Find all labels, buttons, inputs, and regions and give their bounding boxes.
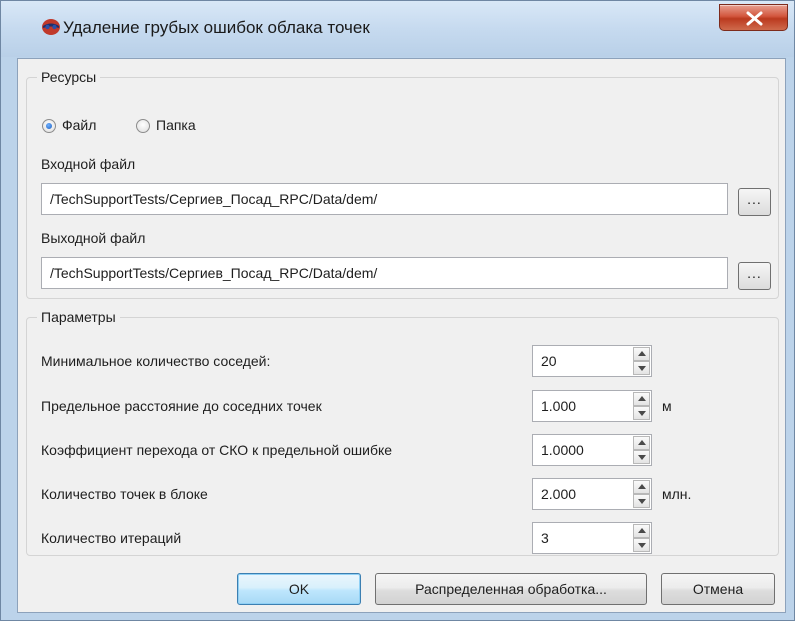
spin-up-icon[interactable] bbox=[633, 392, 650, 406]
radio-file-label[interactable]: Файл bbox=[62, 117, 96, 133]
spin-down-icon[interactable] bbox=[633, 538, 650, 552]
min-neighbors-value[interactable]: 20 bbox=[541, 346, 557, 376]
input-file-label: Входной файл bbox=[41, 156, 136, 172]
param-label-max-distance: Предельное расстояние до соседних точек bbox=[41, 398, 322, 414]
spin-down-icon[interactable] bbox=[633, 406, 650, 420]
radio-folder[interactable] bbox=[136, 119, 150, 133]
spin-arrows bbox=[633, 392, 650, 420]
input-file-browse-button[interactable]: ... bbox=[738, 188, 771, 216]
radio-file[interactable] bbox=[42, 119, 56, 133]
max-distance-value[interactable]: 1.000 bbox=[541, 391, 576, 421]
close-icon bbox=[746, 11, 763, 26]
iterations-value[interactable]: 3 bbox=[541, 523, 549, 553]
distributed-processing-button[interactable]: Распределенная обработка... bbox=[375, 573, 647, 605]
spin-up-icon[interactable] bbox=[633, 347, 650, 361]
ok-button[interactable]: OK bbox=[237, 573, 361, 605]
parameters-group-title: Параметры bbox=[37, 309, 120, 325]
radio-folder-label[interactable]: Папка bbox=[156, 117, 196, 133]
spin-arrows bbox=[633, 480, 650, 508]
rmse-coefficient-spinbox[interactable]: 1.0000 bbox=[532, 434, 652, 466]
param-unit-max-distance: м bbox=[662, 398, 672, 414]
points-per-block-value[interactable]: 2.000 bbox=[541, 479, 576, 509]
parameters-group: Параметры Минимальное количество соседей… bbox=[26, 309, 779, 556]
spin-up-icon[interactable] bbox=[633, 436, 650, 450]
dialog-client-area: Ресурсы Файл Папка Входной файл /TechSup… bbox=[17, 58, 786, 613]
dialog-window: Удаление грубых ошибок облака точек Ресу… bbox=[0, 0, 795, 621]
output-file-field[interactable]: /TechSupportTests/Сергиев_Посад_RPC/Data… bbox=[41, 257, 728, 289]
input-file-field[interactable]: /TechSupportTests/Сергиев_Посад_RPC/Data… bbox=[41, 183, 728, 215]
spin-up-icon[interactable] bbox=[633, 524, 650, 538]
iterations-spinbox[interactable]: 3 bbox=[532, 522, 652, 554]
title-bar[interactable]: Удаление грубых ошибок облака точек bbox=[1, 1, 794, 57]
spin-down-icon[interactable] bbox=[633, 494, 650, 508]
cancel-button[interactable]: Отмена bbox=[661, 573, 775, 605]
spin-arrows bbox=[633, 347, 650, 375]
close-button[interactable] bbox=[719, 4, 788, 31]
max-distance-spinbox[interactable]: 1.000 bbox=[532, 390, 652, 422]
output-file-label: Выходной файл bbox=[41, 230, 146, 246]
points-per-block-spinbox[interactable]: 2.000 bbox=[532, 478, 652, 510]
output-file-browse-button[interactable]: ... bbox=[738, 262, 771, 290]
param-label-min-neighbors: Минимальное количество соседей: bbox=[41, 353, 271, 369]
app-icon bbox=[42, 19, 60, 35]
resources-group: Ресурсы Файл Папка Входной файл /TechSup… bbox=[26, 69, 779, 299]
param-label-iterations: Количество итераций bbox=[41, 530, 182, 546]
spin-down-icon[interactable] bbox=[633, 361, 650, 375]
min-neighbors-spinbox[interactable]: 20 bbox=[532, 345, 652, 377]
param-label-rmse-coefficient: Коэффициент перехода от СКО к предельной… bbox=[41, 442, 393, 458]
resources-group-title: Ресурсы bbox=[37, 69, 101, 85]
spin-arrows bbox=[633, 436, 650, 464]
spin-arrows bbox=[633, 524, 650, 552]
spin-up-icon[interactable] bbox=[633, 480, 650, 494]
rmse-coefficient-value[interactable]: 1.0000 bbox=[541, 435, 584, 465]
param-label-points-per-block: Количество точек в блоке bbox=[41, 486, 208, 502]
param-unit-points-per-block: млн. bbox=[662, 486, 692, 502]
window-title: Удаление грубых ошибок облака точек bbox=[63, 18, 370, 37]
spin-down-icon[interactable] bbox=[633, 450, 650, 464]
